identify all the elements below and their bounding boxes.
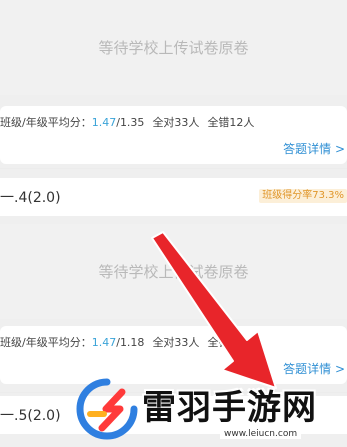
site-watermark: 雷羽手游网 www.leiucn.com xyxy=(70,372,347,447)
watermark-title: 雷羽手游网 xyxy=(142,388,317,428)
watermark-url: www.leiucn.com xyxy=(220,429,302,439)
watermark-logo-icon xyxy=(76,378,138,440)
